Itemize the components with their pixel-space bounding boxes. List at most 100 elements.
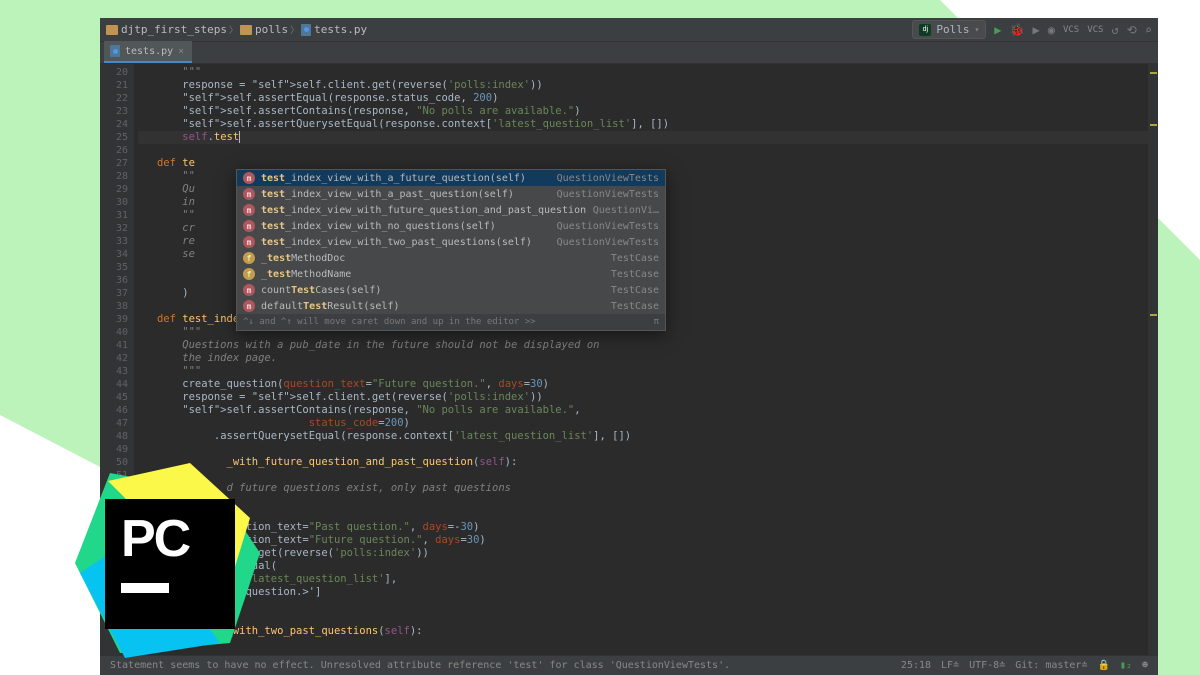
method-icon: m: [243, 188, 255, 200]
code-line[interactable]: Questions with a pub_date in the future …: [138, 339, 1154, 352]
line-sep[interactable]: LF≐: [941, 660, 959, 671]
completion-item[interactable]: mtest_index_view_with_two_past_questions…: [237, 234, 665, 250]
revert-icon[interactable]: ⟲: [1127, 23, 1137, 37]
code-line[interactable]: [138, 469, 1154, 482]
code-line[interactable]: [138, 495, 1154, 508]
completion-item[interactable]: m test_index_view_with_a_future_question(…: [237, 170, 665, 186]
line-number: 29: [102, 183, 128, 196]
breadcrumb-file[interactable]: tests.py: [301, 23, 367, 36]
warn-marker[interactable]: [1150, 314, 1157, 316]
line-number: 43: [102, 365, 128, 378]
code-line[interactable]: create_question(question_text="Future qu…: [138, 378, 1154, 391]
code-line[interactable]: st question.>']: [138, 586, 1154, 599]
line-number: 33: [102, 235, 128, 248]
line-number: 35: [102, 261, 128, 274]
completion-item[interactable]: f_testMethodDocTestCase: [237, 250, 665, 266]
completion-name: _testMethodDoc: [261, 253, 345, 264]
code-line[interactable]: """: [138, 365, 1154, 378]
folder-icon: [240, 25, 252, 35]
completion-class: QuestionViewTests: [557, 189, 659, 200]
code-area[interactable]: """ response = "self">self.client.get(re…: [134, 64, 1158, 655]
run-icon[interactable]: ▶: [994, 23, 1001, 37]
vcs-update-icon[interactable]: VCS: [1063, 25, 1079, 35]
completion-item[interactable]: mtest_index_view_with_future_question_an…: [237, 202, 665, 218]
code-line[interactable]: d future questions exist, only past ques…: [138, 482, 1154, 495]
breadcrumb-project[interactable]: djtp_first_steps: [106, 23, 227, 36]
line-number: 31: [102, 209, 128, 222]
code-line[interactable]: uestion_text="Past question.", days=-30): [138, 521, 1154, 534]
vcs-commit-icon[interactable]: VCS: [1087, 25, 1103, 35]
breadcrumb-dir[interactable]: polls: [240, 23, 288, 36]
code-line[interactable]: self.test: [138, 131, 1154, 144]
warn-marker[interactable]: [1150, 72, 1157, 74]
line-number: 39: [102, 313, 128, 326]
completion-class: QuestionVi…: [593, 205, 659, 216]
code-line[interactable]: [138, 144, 1154, 157]
folder-icon: [106, 25, 118, 35]
completion-item[interactable]: f_testMethodNameTestCase: [237, 266, 665, 282]
line-number: 41: [102, 339, 128, 352]
code-line[interactable]: "self">self.assertContains(response, "No…: [138, 404, 1154, 417]
code-line[interactable]: _with_future_question_and_past_question(…: [138, 456, 1154, 469]
code-line[interactable]: [138, 599, 1154, 612]
code-line[interactable]: "self">self.assertContains(response, "No…: [138, 105, 1154, 118]
completion-class: QuestionViewTests: [557, 221, 659, 232]
line-number: 42: [102, 352, 128, 365]
run-config-selector[interactable]: Polls ▾: [912, 20, 986, 39]
mem-indicator[interactable]: ▮₂: [1120, 660, 1132, 671]
completion-item[interactable]: m test_index_view_with_no_questions(self)…: [237, 218, 665, 234]
git-branch[interactable]: Git: master≐: [1015, 660, 1087, 671]
code-line[interactable]: """: [138, 66, 1154, 79]
completion-item[interactable]: mdefaultTestResult(self)TestCase: [237, 298, 665, 314]
method-icon: m: [243, 172, 255, 184]
field-icon: f: [243, 268, 255, 280]
code-line[interactable]: ient.get(reverse('polls:index')): [138, 547, 1154, 560]
completion-class: TestCase: [611, 253, 659, 264]
caret-pos[interactable]: 25:18: [901, 660, 931, 671]
py-file-icon: [110, 45, 120, 57]
completion-item[interactable]: mtest_index_view_with_a_past_question(se…: [237, 186, 665, 202]
completion-name: test_index_view_with_no_questions(self): [261, 221, 496, 232]
line-number: 30: [102, 196, 128, 209]
tab-tests[interactable]: tests.py ×: [104, 41, 192, 63]
chevron-icon: 〉: [229, 23, 238, 36]
lock-icon[interactable]: 🔒: [1097, 660, 1109, 671]
code-line[interactable]: [138, 443, 1154, 456]
py-file-icon: [301, 24, 311, 36]
completion-name: test_index_view_with_a_future_question(s…: [261, 173, 526, 184]
encoding[interactable]: UTF-8≐: [969, 660, 1005, 671]
line-number: 20: [102, 66, 128, 79]
django-icon: [919, 24, 931, 36]
line-number: 34: [102, 248, 128, 261]
method-icon: m: [243, 220, 255, 232]
completion-name: _testMethodName: [261, 269, 351, 280]
completion-popup: m test_index_view_with_a_future_question(…: [236, 169, 666, 331]
debug-icon[interactable]: 🐞: [1010, 23, 1025, 37]
toolbar-right: Polls ▾ ▶ 🐞 ▶ ◉ VCS VCS ↺ ⟲ ⌕: [912, 20, 1152, 39]
code-line[interactable]: uestion_text="Future question.", days=30…: [138, 534, 1154, 547]
run-coverage-icon[interactable]: ▶: [1032, 23, 1039, 37]
code-line[interactable]: [138, 508, 1154, 521]
stop-icon[interactable]: ◉: [1048, 23, 1055, 37]
code-line[interactable]: the index page.: [138, 352, 1154, 365]
line-number: 48: [102, 430, 128, 443]
code-line[interactable]: "self">self.assertQuerysetEqual(response…: [138, 118, 1154, 131]
warn-marker[interactable]: [1150, 124, 1157, 126]
history-icon[interactable]: ↺: [1111, 23, 1118, 37]
code-line[interactable]: etEqual(: [138, 560, 1154, 573]
search-icon[interactable]: ⌕: [1145, 23, 1152, 37]
completion-item[interactable]: mcountTestCases(self)TestCase: [237, 282, 665, 298]
code-line[interactable]: status_code=200): [138, 417, 1154, 430]
close-icon[interactable]: ×: [178, 46, 184, 57]
hector-icon[interactable]: ☻: [1142, 660, 1148, 671]
code-line[interactable]: [138, 638, 1154, 651]
code-line[interactable]: xt['latest_question_list'],: [138, 573, 1154, 586]
code-line[interactable]: .assertQuerysetEqual(response.context['l…: [138, 430, 1154, 443]
toolbar: djtp_first_steps 〉 polls 〉 tests.py Poll…: [100, 18, 1158, 42]
error-stripe[interactable]: [1148, 64, 1158, 655]
code-line[interactable]: "self">self.assertEqual(response.status_…: [138, 92, 1154, 105]
code-line[interactable]: _with_two_past_questions(self):: [138, 625, 1154, 638]
code-line[interactable]: [138, 612, 1154, 625]
code-line[interactable]: response = "self">self.client.get(revers…: [138, 391, 1154, 404]
code-line[interactable]: response = "self">self.client.get(revers…: [138, 79, 1154, 92]
